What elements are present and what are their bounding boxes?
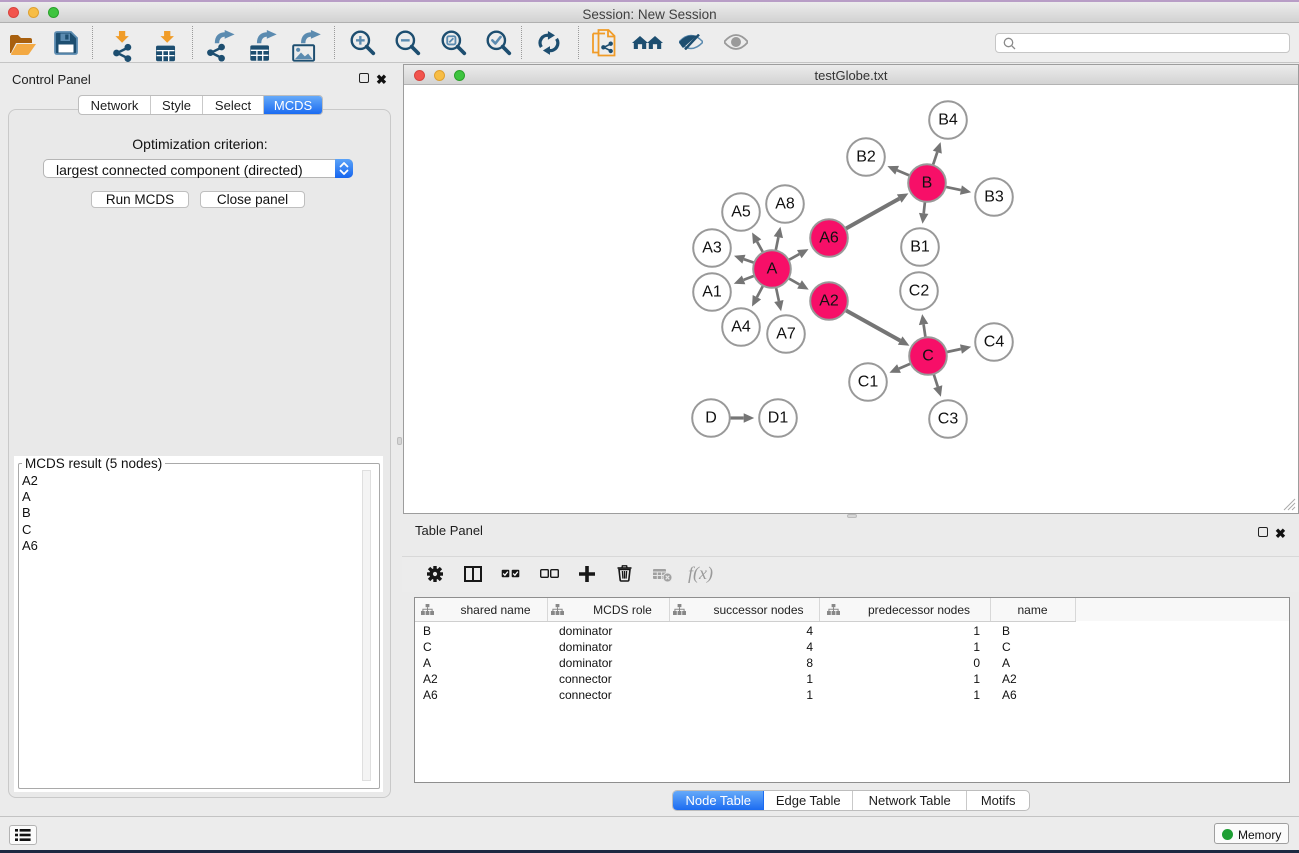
- svg-text:A4: A4: [731, 319, 751, 336]
- svg-text:C: C: [922, 348, 934, 365]
- svg-text:C1: C1: [858, 374, 879, 391]
- svg-text:B1: B1: [910, 239, 930, 256]
- svg-text:C4: C4: [984, 334, 1005, 351]
- svg-text:A5: A5: [731, 204, 751, 221]
- svg-text:A8: A8: [775, 196, 795, 213]
- svg-text:D: D: [705, 410, 717, 427]
- svg-text:A2: A2: [819, 293, 839, 310]
- svg-text:B: B: [922, 175, 933, 192]
- svg-text:A3: A3: [702, 240, 722, 257]
- svg-text:B3: B3: [984, 189, 1004, 206]
- svg-text:C2: C2: [909, 283, 930, 300]
- svg-text:C3: C3: [938, 411, 959, 428]
- svg-text:B2: B2: [856, 149, 876, 166]
- svg-text:A: A: [767, 261, 778, 278]
- svg-text:A1: A1: [702, 284, 722, 301]
- svg-text:A7: A7: [776, 326, 796, 343]
- svg-text:D1: D1: [768, 410, 789, 427]
- svg-text:A6: A6: [819, 230, 839, 247]
- svg-text:B4: B4: [938, 112, 958, 129]
